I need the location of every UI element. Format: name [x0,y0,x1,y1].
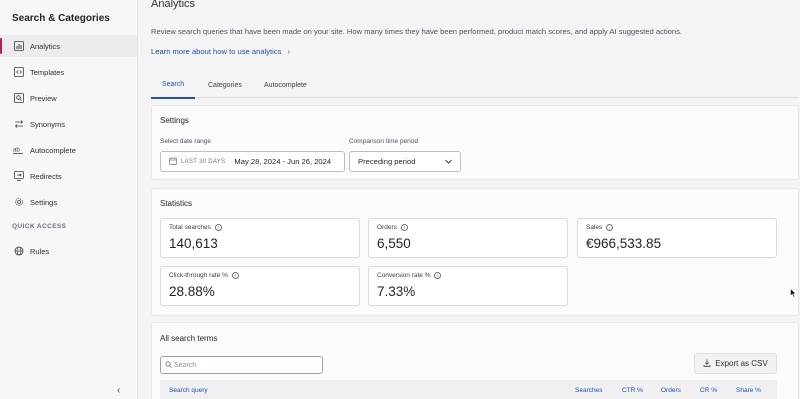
sidebar-item-label: Synonyms [30,119,66,129]
settings-card: Settings Select date range LAST 30 DAYS … [151,105,799,180]
stat-click-through-rate: Click-through rate % i 28.88% [160,266,360,306]
column-share[interactable]: Share % [736,387,761,394]
stat-label: Total searches [169,224,211,231]
export-csv-label: Export as CSV [715,359,768,368]
stat-value: 28.88% [169,284,215,299]
tab-search[interactable]: Search [151,72,195,99]
sidebar-item-label: Preview [30,93,57,103]
search-icon [165,361,172,370]
info-icon[interactable]: i [434,272,442,279]
statistics-title: Statistics [160,199,193,208]
table-header: Search query Searches CTR % Orders CR % … [160,380,777,399]
stat-label: Conversion rate % [377,272,431,279]
search-terms-title: All search terms [160,334,218,343]
column-searches[interactable]: Searches [575,387,602,394]
column-cr[interactable]: CR % [700,387,717,394]
page-description: Review search queries that have been mad… [151,27,683,36]
date-range-picker[interactable]: LAST 30 DAYS May 28, 2024 - Jun 26, 2024 [160,151,345,172]
comparison-select[interactable]: Preceding period [349,151,461,172]
column-search-query[interactable]: Search query [169,387,208,394]
stat-total-searches: Total searches i 140,613 [160,218,360,258]
chevron-right-icon: › [287,47,291,56]
bar-chart-icon [13,41,24,52]
sidebar-item-rules[interactable]: Rules [0,240,137,262]
date-range-preset: LAST 30 DAYS [181,158,226,165]
stat-sales: Sales i €966,533.85 [577,218,777,258]
export-csv-button[interactable]: Export as CSV [694,353,777,374]
tab-bar: Search Categories Autocomplete [151,72,799,99]
sidebar-item-templates[interactable]: Templates [0,61,137,83]
learn-more-label: Learn more about how to use analytics [151,47,282,56]
tab-categories[interactable]: Categories [208,72,242,98]
code-brackets-icon [13,67,24,78]
sidebar-item-label: Redirects [30,171,62,181]
stat-orders: Orders i 6,550 [368,218,568,258]
column-ctr[interactable]: CTR % [622,387,643,394]
learn-more-link[interactable]: Learn more about how to use analytics › [151,47,290,56]
search-preview-icon [13,93,24,104]
search-terms-card: All search terms Export as CSV Search qu… [151,322,799,399]
gear-icon [13,197,24,208]
sidebar-item-label: Autocomplete [30,145,76,155]
download-icon [703,359,711,369]
comparison-value: Preceding period [358,157,416,166]
sidebar-item-label: Analytics [30,41,61,51]
main-content: Analytics Review search queries that hav… [138,0,800,399]
stat-label: Sales [586,224,603,231]
date-range-label: Select date range [160,138,211,145]
stat-value: 6,550 [377,236,411,251]
stat-label: Orders [377,224,397,231]
sidebar-item-autocomplete[interactable]: ab Autocomplete [0,139,137,161]
stat-label: Click-through rate % [169,272,228,279]
collapse-sidebar-icon[interactable]: ‹ [117,386,120,396]
chevron-down-icon [444,157,453,168]
info-icon[interactable]: i [606,224,614,231]
svg-text:ab: ab [13,148,20,154]
sidebar-item-label: Templates [30,67,65,77]
sidebar-item-redirects[interactable]: Redirects [0,165,137,187]
swap-arrows-icon [13,119,24,130]
globe-icon [13,246,24,257]
sidebar-item-synonyms[interactable]: Synonyms [0,113,137,135]
info-icon[interactable]: i [231,272,239,279]
date-range-value: May 28, 2024 - Jun 26, 2024 [234,157,332,166]
statistics-card: Statistics Total searches i 140,613 Order… [151,188,799,316]
redirect-icon [13,171,24,182]
comparison-label: Comparison time period [349,138,419,145]
stat-value: 7.33% [377,284,416,299]
search-terms-input[interactable] [160,356,323,374]
info-icon[interactable]: i [214,224,222,231]
column-orders[interactable]: Orders [661,387,681,394]
stat-conversion-rate: Conversion rate % i 7.33% [368,266,568,306]
sidebar-item-analytics[interactable]: Analytics [0,35,137,57]
sidebar-title: Search & Categories [12,13,110,24]
sidebar-item-settings[interactable]: Settings [0,191,137,213]
settings-title: Settings [160,116,189,125]
quick-access-heading: QUICK ACCESS [12,223,67,230]
calendar-icon [169,156,177,167]
sidebar: Search & Categories Analytics Templates … [0,0,138,399]
info-icon[interactable]: i [400,224,408,231]
tab-autocomplete[interactable]: Autocomplete [264,72,307,98]
page-title: Analytics [151,0,196,10]
sidebar-item-label: Rules [30,246,50,256]
autocomplete-ab-icon: ab [13,145,24,156]
stat-value: 140,613 [169,236,218,251]
sidebar-item-preview[interactable]: Preview [0,87,137,109]
sidebar-item-label: Settings [30,197,58,207]
mouse-pointer-icon [790,287,797,300]
stat-value: €966,533.85 [586,236,662,251]
